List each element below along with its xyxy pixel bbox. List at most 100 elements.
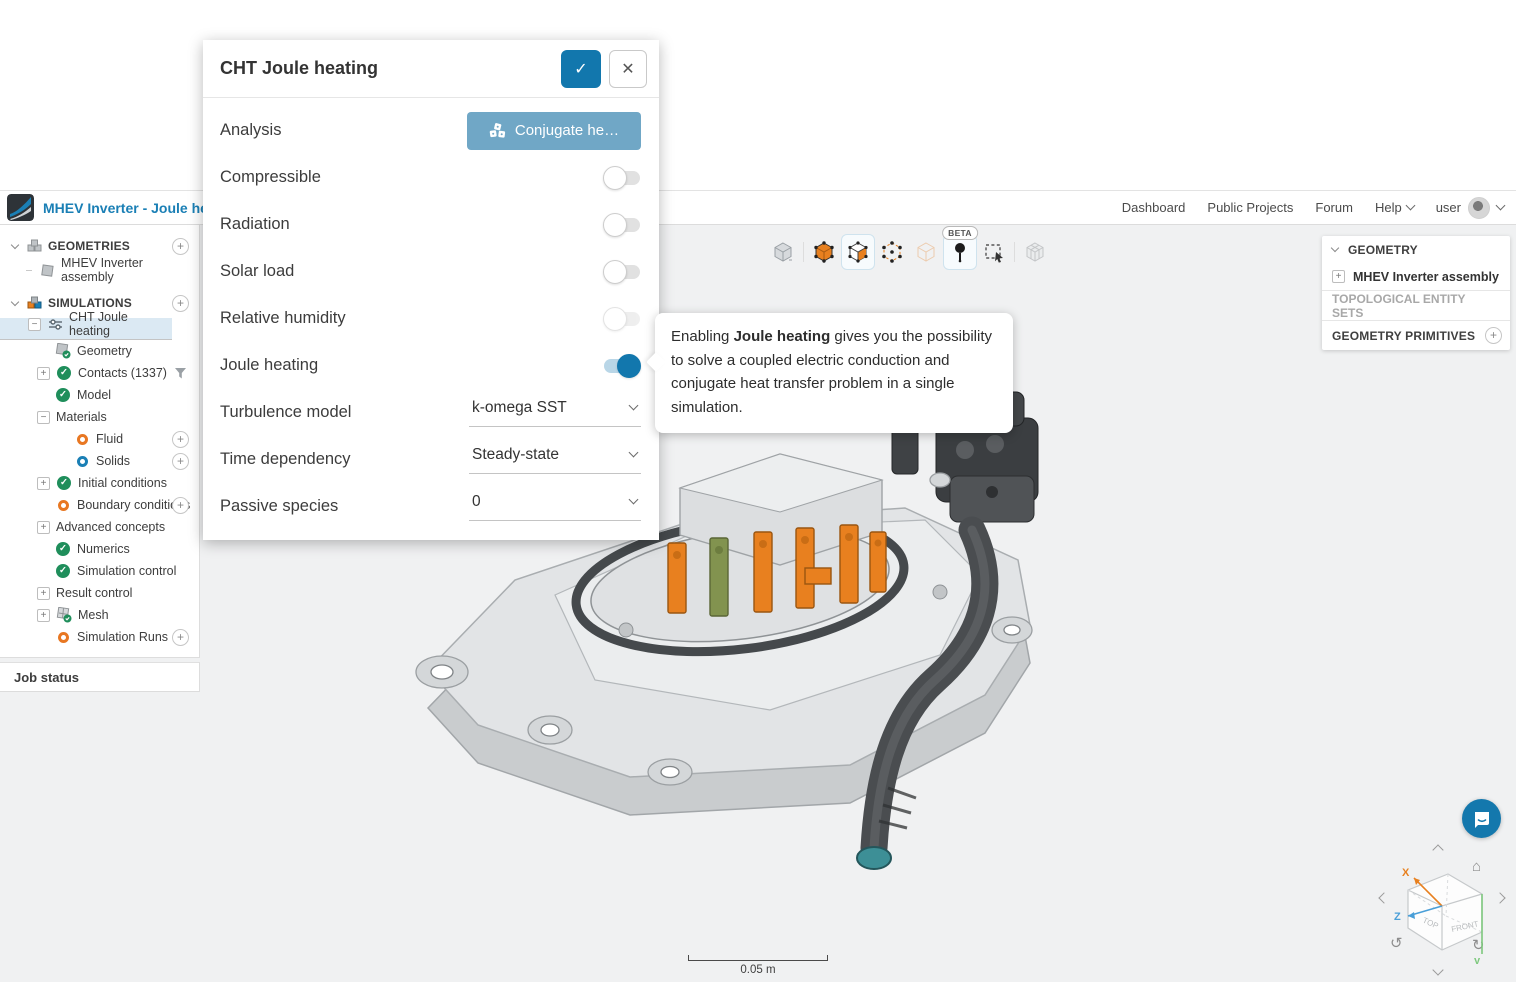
avatar — [1468, 197, 1490, 219]
confirm-button[interactable]: ✓ — [561, 50, 601, 88]
chevron-down-icon — [11, 297, 19, 305]
svg-text:X: X — [1402, 867, 1410, 879]
add-geometry-button[interactable]: + — [172, 238, 189, 255]
chevron-down-icon — [1331, 244, 1339, 252]
time-dependency-select[interactable]: Steady-state — [469, 446, 641, 474]
check-status-icon: ✓ — [57, 366, 71, 380]
expand-icon[interactable]: + — [37, 477, 50, 490]
collapse-icon[interactable]: − — [28, 318, 41, 331]
add-boundary-condition-button[interactable]: + — [172, 497, 189, 514]
navigation-cube[interactable]: ⌂ ↺ ↻ TOP FRONT X Z y — [1378, 842, 1508, 980]
cht-joule-heating-dialog: CHT Joule heating ✓ ✕ Analysis Conjugate… — [203, 40, 659, 540]
tree-item-geometries[interactable]: GEOMETRIES + — [0, 235, 199, 257]
cubes-cluster-icon — [489, 123, 506, 139]
geometry-header-row[interactable]: GEOMETRY — [1322, 236, 1510, 263]
expand-icon[interactable]: + — [37, 609, 50, 622]
tree-item-materials[interactable]: − Materials — [0, 406, 199, 428]
select-volumes-icon[interactable] — [807, 234, 841, 270]
tree-item-mhev-assembly[interactable]: MHEV Inverter assembly — [0, 257, 199, 283]
svg-text:Z: Z — [1394, 911, 1401, 923]
passive-species-select[interactable]: 0 — [469, 493, 641, 521]
nav-public-projects[interactable]: Public Projects — [1207, 200, 1293, 215]
nav-forum[interactable]: Forum — [1315, 200, 1353, 215]
add-simulation-button[interactable]: + — [172, 295, 189, 312]
joule-heating-toggle[interactable] — [603, 354, 641, 378]
add-geometry-primitive-button[interactable]: + — [1485, 327, 1502, 344]
tree-item-boundary-conditions[interactable]: Boundary conditions + — [0, 494, 199, 516]
nav-dashboard[interactable]: Dashboard — [1122, 200, 1186, 215]
expand-icon[interactable]: + — [37, 367, 50, 380]
geometry-panel: GEOMETRY + MHEV Inverter assembly TOPOLO… — [1322, 236, 1510, 350]
select-vertices-icon[interactable] — [875, 234, 909, 270]
svg-text:y: y — [1474, 955, 1481, 964]
geometry-primitives-row[interactable]: GEOMETRY PRIMITIVES + — [1322, 320, 1510, 350]
incomplete-status-icon — [77, 434, 88, 445]
tree-item-simulation-control[interactable]: ✓ Simulation control — [0, 560, 199, 582]
scale-bar: 0.05 m — [688, 955, 828, 976]
tree-item-mesh[interactable]: + Mesh — [0, 604, 199, 626]
incomplete-status-icon — [58, 500, 69, 511]
incomplete-status-icon — [58, 632, 69, 643]
user-menu[interactable]: user — [1436, 197, 1504, 219]
nav-help[interactable]: Help — [1375, 200, 1414, 215]
topological-entity-sets-row[interactable]: TOPOLOGICAL ENTITY SETS — [1322, 290, 1510, 320]
dialog-title: CHT Joule heating — [220, 58, 561, 79]
chevron-down-icon — [629, 448, 639, 458]
analysis-label: Analysis — [220, 121, 467, 140]
tree-item-model[interactable]: ✓ Model — [0, 384, 199, 406]
tree-item-numerics[interactable]: ✓ Numerics — [0, 538, 199, 560]
chevron-down-icon — [629, 495, 639, 505]
expand-icon[interactable]: + — [1332, 270, 1345, 283]
tree-item-cht-joule-heating[interactable]: − CHT Joule heating — [0, 318, 172, 340]
mesh-display-icon[interactable] — [1018, 234, 1052, 270]
filter-funnel-icon[interactable] — [173, 366, 188, 381]
tree-item-simulation-runs[interactable]: Simulation Runs + — [0, 626, 199, 648]
tree-item-geometry[interactable]: Geometry — [0, 340, 199, 362]
tree-item-initial-conditions[interactable]: + ✓ Initial conditions — [0, 472, 199, 494]
solar-load-toggle[interactable] — [603, 260, 641, 284]
add-simulation-run-button[interactable]: + — [172, 629, 189, 646]
tree-item-contacts[interactable]: + ✓ Contacts (1337) — [0, 362, 199, 384]
view-cube-icon[interactable] — [766, 234, 800, 270]
tree-item-solids[interactable]: Solids + — [0, 450, 199, 472]
geometry-cube-icon — [39, 262, 55, 278]
tree-item-advanced-concepts[interactable]: + Advanced concepts — [0, 516, 199, 538]
chevron-down-icon — [1496, 201, 1506, 211]
info-status-icon — [77, 456, 88, 467]
turbulence-model-select[interactable]: k-omega SST — [469, 399, 641, 427]
check-status-icon: ✓ — [57, 476, 71, 490]
expand-icon[interactable]: + — [37, 521, 50, 534]
collapse-icon[interactable]: − — [37, 411, 50, 424]
assembly-row[interactable]: + MHEV Inverter assembly — [1322, 263, 1510, 290]
tree-item-fluid[interactable]: Fluid + — [0, 428, 199, 450]
orientation-cube-icon[interactable]: TOP FRONT X Z y — [1386, 854, 1502, 964]
add-solid-button[interactable]: + — [172, 453, 189, 470]
analysis-type-button[interactable]: Conjugate he… — [467, 112, 641, 150]
geometry-check-icon — [55, 343, 71, 359]
box-select-icon[interactable] — [977, 234, 1011, 270]
simulation-tree-panel: GEOMETRIES + MHEV Inverter assembly SIMU… — [0, 225, 200, 658]
tree-item-result-control[interactable]: + Result control — [0, 582, 199, 604]
probe-point-icon[interactable]: BETA — [943, 234, 977, 270]
close-button[interactable]: ✕ — [609, 50, 647, 88]
chevron-down-icon — [1405, 201, 1415, 211]
select-faces-icon[interactable] — [841, 234, 875, 270]
chevron-down-icon — [11, 240, 19, 248]
simulation-sliders-icon — [47, 316, 63, 332]
joule-heating-tooltip: Enabling Joule heating gives you the pos… — [655, 313, 1013, 433]
check-status-icon: ✓ — [56, 564, 70, 578]
viewport-toolbar: BETA — [766, 234, 1052, 270]
wireframe-cube-icon[interactable] — [909, 234, 943, 270]
compressible-toggle[interactable] — [603, 166, 641, 190]
app-logo-icon[interactable] — [7, 194, 34, 221]
radiation-toggle[interactable] — [603, 213, 641, 237]
scale-label: 0.05 m — [688, 964, 828, 976]
job-status-bar[interactable]: Job status — [0, 662, 200, 692]
mesh-check-icon — [56, 607, 72, 623]
chat-bubble-icon — [1472, 809, 1492, 829]
add-fluid-button[interactable]: + — [172, 431, 189, 448]
rotate-down-button[interactable] — [1434, 962, 1442, 977]
relative-humidity-toggle[interactable] — [603, 307, 641, 331]
support-chat-button[interactable] — [1462, 799, 1501, 838]
expand-icon[interactable]: + — [37, 587, 50, 600]
